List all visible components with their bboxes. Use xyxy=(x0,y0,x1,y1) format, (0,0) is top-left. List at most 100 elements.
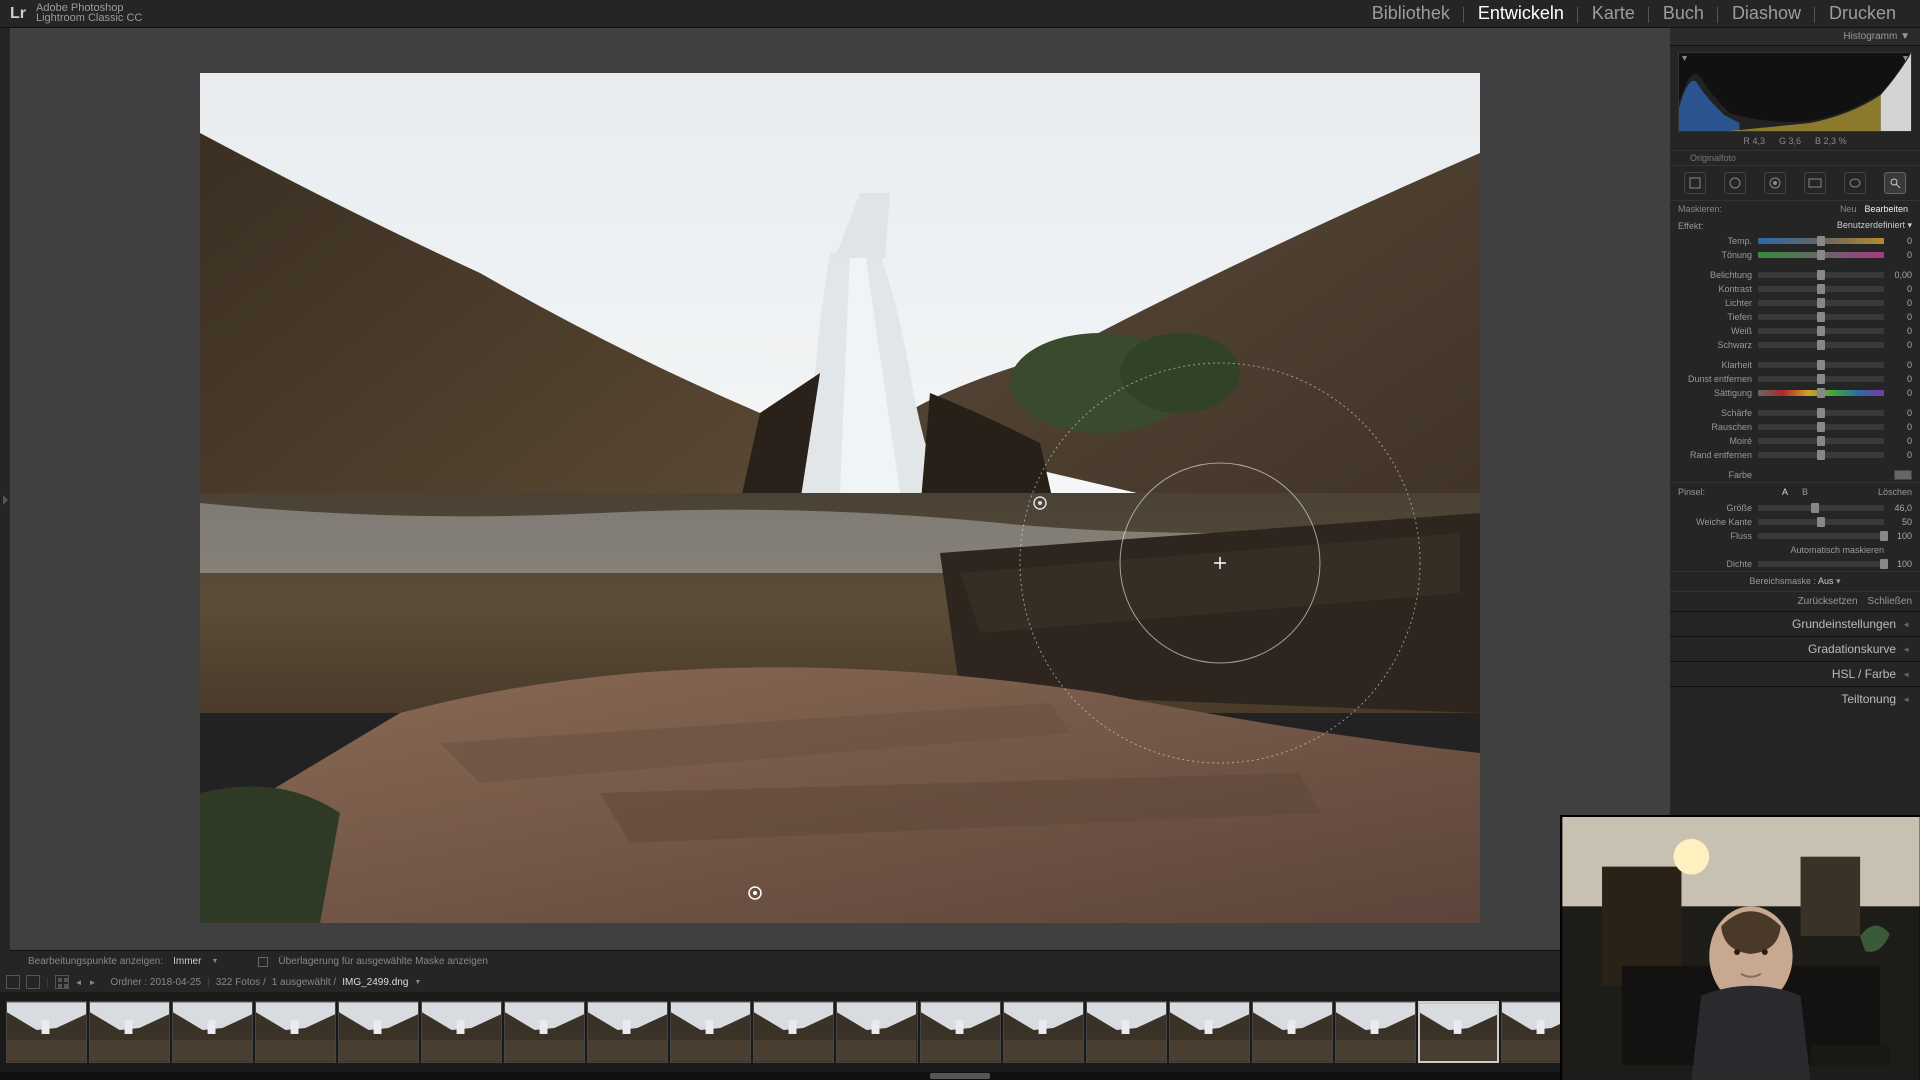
dunst-value[interactable]: 0 xyxy=(1884,374,1912,384)
thumbnail[interactable] xyxy=(1335,1001,1416,1063)
dunst-slider[interactable] xyxy=(1758,376,1884,382)
belichtung-slider[interactable] xyxy=(1758,272,1884,278)
schwarz-slider[interactable] xyxy=(1758,342,1884,348)
zuruecksetzen-button[interactable]: Zurücksetzen xyxy=(1798,596,1858,607)
pinsel-b[interactable]: B xyxy=(1795,487,1815,497)
groesse-slider[interactable] xyxy=(1758,505,1884,511)
weiss-slider[interactable] xyxy=(1758,328,1884,334)
farbe-swatch[interactable] xyxy=(1894,470,1912,480)
thumbnail[interactable] xyxy=(836,1001,917,1063)
second-monitor-icon[interactable] xyxy=(26,975,40,989)
tonung-value[interactable]: 0 xyxy=(1884,250,1912,260)
bereichsmaske-row[interactable]: Bereichsmaske : Aus ▾ xyxy=(1670,571,1920,591)
thumbnail[interactable] xyxy=(1418,1001,1499,1063)
temp-value[interactable]: 0 xyxy=(1884,236,1912,246)
lichter-value[interactable]: 0 xyxy=(1884,298,1912,308)
kante-value[interactable]: 50 xyxy=(1884,517,1912,527)
effekt-dropdown[interactable]: Benutzerdefiniert ▾ xyxy=(1703,220,1912,231)
graduated-filter-icon[interactable] xyxy=(1804,172,1826,194)
mask-bearbeiten[interactable]: Bearbeiten xyxy=(1860,204,1912,214)
redeye-tool-icon[interactable] xyxy=(1764,172,1786,194)
thumbnail[interactable] xyxy=(172,1001,253,1063)
thumbnail[interactable] xyxy=(89,1001,170,1063)
thumbnail[interactable] xyxy=(504,1001,585,1063)
tonung-slider[interactable] xyxy=(1758,252,1884,258)
mask-neu[interactable]: Neu xyxy=(1836,204,1861,214)
preview-image[interactable] xyxy=(200,73,1480,923)
schwarz-value[interactable]: 0 xyxy=(1884,340,1912,350)
dichte-slider[interactable] xyxy=(1758,561,1884,567)
thumbnail[interactable] xyxy=(920,1001,1001,1063)
rauschen-value[interactable]: 0 xyxy=(1884,422,1912,432)
nav-entwickeln[interactable]: Entwickeln xyxy=(1464,3,1578,24)
nav-drucken[interactable]: Drucken xyxy=(1815,3,1910,24)
thumbnail[interactable] xyxy=(1003,1001,1084,1063)
thumbnail[interactable] xyxy=(587,1001,668,1063)
histogram[interactable] xyxy=(1678,52,1912,132)
nav-buch[interactable]: Buch xyxy=(1649,3,1718,24)
dichte-value[interactable]: 100 xyxy=(1884,559,1912,569)
brush-tool-icon[interactable] xyxy=(1884,172,1906,194)
thumbnail[interactable] xyxy=(255,1001,336,1063)
rauschen-slider[interactable] xyxy=(1758,424,1884,430)
automask-checkbox[interactable] xyxy=(1778,546,1786,554)
schliessen-button[interactable]: Schließen xyxy=(1868,596,1912,607)
moire-value[interactable]: 0 xyxy=(1884,436,1912,446)
thumbnail[interactable] xyxy=(421,1001,502,1063)
nav-karte[interactable]: Karte xyxy=(1578,3,1649,24)
saettigung-value[interactable]: 0 xyxy=(1884,388,1912,398)
editpoints-value[interactable]: Immer xyxy=(173,956,201,967)
thumbnail[interactable] xyxy=(1169,1001,1250,1063)
schaerfe-value[interactable]: 0 xyxy=(1884,408,1912,418)
radial-filter-icon[interactable] xyxy=(1844,172,1866,194)
pinsel-loeschen[interactable]: Löschen xyxy=(1815,487,1912,497)
thumbnail[interactable] xyxy=(1086,1001,1167,1063)
histogram-header[interactable]: Histogramm ▼ xyxy=(1670,28,1920,46)
temp-slider[interactable] xyxy=(1758,238,1884,244)
panel-teiltonung[interactable]: Teiltonung xyxy=(1670,686,1920,711)
kontrast-slider[interactable] xyxy=(1758,286,1884,292)
crop-tool-icon[interactable] xyxy=(1684,172,1706,194)
panel-hsl-farbe[interactable]: HSL / Farbe xyxy=(1670,661,1920,686)
rand-slider[interactable] xyxy=(1758,452,1884,458)
prev-icon[interactable]: ◄ xyxy=(75,978,83,987)
klarheit-slider[interactable] xyxy=(1758,362,1884,368)
kontrast-value[interactable]: 0 xyxy=(1884,284,1912,294)
tonung-label: Tönung xyxy=(1678,250,1758,260)
fluss-value[interactable]: 100 xyxy=(1884,531,1912,541)
belichtung-value[interactable]: 0,00 xyxy=(1884,270,1912,280)
dichte-label: Dichte xyxy=(1678,559,1758,569)
originalfoto-row[interactable]: Originalfoto xyxy=(1670,150,1920,166)
image-area[interactable] xyxy=(10,46,1670,950)
klarheit-value[interactable]: 0 xyxy=(1884,360,1912,370)
groesse-value[interactable]: 46,0 xyxy=(1884,503,1912,513)
thumbnail[interactable] xyxy=(753,1001,834,1063)
panel-grundeinstellungen[interactable]: Grundeinstellungen xyxy=(1670,611,1920,636)
saettigung-slider[interactable] xyxy=(1758,390,1884,396)
spot-tool-icon[interactable] xyxy=(1724,172,1746,194)
weiss-value[interactable]: 0 xyxy=(1884,326,1912,336)
tiefen-slider[interactable] xyxy=(1758,314,1884,320)
fluss-slider[interactable] xyxy=(1758,533,1884,539)
pinsel-a[interactable]: A xyxy=(1775,487,1795,497)
schaerfe-slider[interactable] xyxy=(1758,410,1884,416)
tiefen-value[interactable]: 0 xyxy=(1884,312,1912,322)
rand-value[interactable]: 0 xyxy=(1884,450,1912,460)
thumbnail[interactable] xyxy=(6,1001,87,1063)
panel-gradationskurve[interactable]: Gradationskurve xyxy=(1670,636,1920,661)
thumbnail[interactable] xyxy=(1252,1001,1333,1063)
nav-diashow[interactable]: Diashow xyxy=(1718,3,1815,24)
moire-slider[interactable] xyxy=(1758,438,1884,444)
editpoints-label: Bearbeitungspunkte anzeigen: xyxy=(28,956,163,967)
editpoints-dropdown-icon[interactable]: ▼ xyxy=(211,958,218,965)
grid-view-icon[interactable] xyxy=(55,975,69,989)
left-panel-collapsed[interactable] xyxy=(0,28,10,972)
lichter-slider[interactable] xyxy=(1758,300,1884,306)
main-monitor-icon[interactable] xyxy=(6,975,20,989)
thumbnail[interactable] xyxy=(670,1001,751,1063)
nav-bibliothek[interactable]: Bibliothek xyxy=(1358,3,1464,24)
thumbnail[interactable] xyxy=(338,1001,419,1063)
kante-slider[interactable] xyxy=(1758,519,1884,525)
overlay-checkbox[interactable] xyxy=(258,957,268,967)
next-icon[interactable]: ► xyxy=(89,978,97,987)
